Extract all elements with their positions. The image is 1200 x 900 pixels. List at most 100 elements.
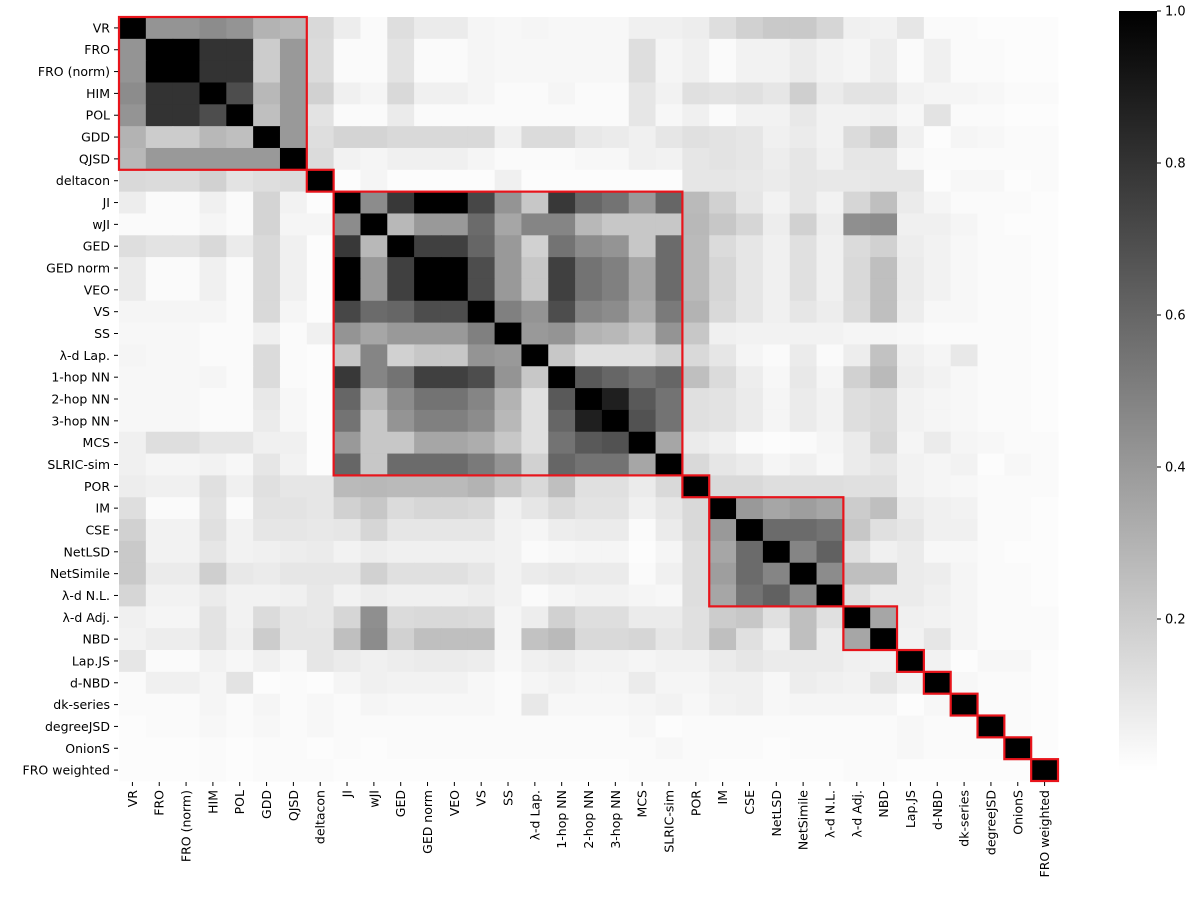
heatmap-cell <box>360 475 388 498</box>
heatmap-cell <box>333 82 362 105</box>
heatmap-cell <box>977 562 1005 586</box>
heatmap-cell <box>816 606 844 629</box>
heatmap-cell <box>145 628 174 651</box>
colorbar-tick-label: 0.6 <box>1165 309 1186 324</box>
heatmap-cell <box>360 497 388 520</box>
heatmap-cell <box>897 540 925 564</box>
heatmap-cell <box>1004 213 1032 236</box>
heatmap-cell <box>709 497 737 520</box>
heatmap-cell <box>253 191 281 215</box>
heatmap-cell <box>843 584 871 607</box>
heatmap-cell <box>1004 519 1032 542</box>
heatmap-cell <box>1004 82 1032 105</box>
heatmap-cell <box>199 497 227 520</box>
heatmap-cell <box>279 278 308 302</box>
heatmap-cell <box>521 213 549 236</box>
heatmap-cell <box>172 126 201 149</box>
heatmap-cell <box>333 628 362 651</box>
heatmap-cell <box>950 650 979 673</box>
heatmap-cell <box>655 475 683 498</box>
y-tick-label: IM <box>96 501 110 516</box>
heatmap-cell <box>977 453 1005 476</box>
heatmap-cell <box>279 715 308 738</box>
heatmap-cell <box>414 169 442 193</box>
heatmap-cell <box>333 475 362 498</box>
heatmap-cell <box>467 737 496 760</box>
heatmap-cell <box>521 366 549 389</box>
heatmap-cell <box>655 628 683 651</box>
heatmap-cell <box>119 519 147 542</box>
heatmap-cell <box>897 82 925 105</box>
heatmap-cell <box>709 519 737 542</box>
heatmap-cell <box>950 104 979 127</box>
heatmap-cell <box>1004 715 1032 738</box>
heatmap-cell <box>816 366 844 389</box>
heatmap-cell <box>843 540 871 564</box>
y-tick-label: NBD <box>82 632 110 647</box>
heatmap-cell <box>414 191 442 215</box>
heatmap-cell <box>414 126 442 149</box>
heatmap-cell <box>360 628 388 651</box>
heatmap-cell <box>762 693 791 717</box>
heatmap-cell <box>145 671 174 695</box>
heatmap-cell <box>226 431 254 455</box>
heatmap-cell <box>897 584 925 607</box>
heatmap-cell <box>199 235 227 258</box>
heatmap-cell <box>226 344 254 367</box>
heatmap-cell <box>977 715 1005 738</box>
heatmap-cell <box>1004 17 1032 40</box>
heatmap-cell <box>172 38 201 62</box>
heatmap-cell <box>843 322 871 346</box>
heatmap-cell <box>226 82 254 105</box>
heatmap-cell <box>360 409 388 433</box>
heatmap-cell <box>1031 475 1059 498</box>
heatmap-cell <box>682 17 710 40</box>
heatmap-cell <box>682 82 710 105</box>
heatmap-cell <box>548 388 576 411</box>
heatmap-cell <box>172 737 201 760</box>
heatmap-cell <box>870 759 898 782</box>
heatmap-cell <box>816 540 844 564</box>
heatmap-cell <box>655 453 683 476</box>
heatmap-cell <box>870 388 898 411</box>
heatmap-cell <box>467 278 496 302</box>
heatmap-cell <box>950 540 979 564</box>
heatmap-cell <box>950 82 979 105</box>
heatmap-cell <box>387 650 415 673</box>
heatmap-cell <box>306 191 335 215</box>
heatmap-cell <box>816 715 844 738</box>
heatmap-cell <box>923 60 952 84</box>
heatmap-cell <box>870 213 898 236</box>
heatmap-cell <box>1031 715 1059 738</box>
heatmap-cell <box>682 278 710 302</box>
heatmap-cell <box>736 169 764 193</box>
heatmap-cell <box>1004 104 1032 127</box>
heatmap-cell <box>789 366 818 389</box>
heatmap-cell <box>789 409 818 433</box>
heatmap-cell <box>789 322 818 346</box>
heatmap-cell <box>1004 606 1032 629</box>
heatmap-cell <box>145 191 174 215</box>
heatmap-cell <box>119 759 147 782</box>
heatmap-cell <box>762 519 791 542</box>
heatmap-cell <box>977 322 1005 346</box>
heatmap-cell <box>736 475 764 498</box>
y-tick-label: FRO (norm) <box>38 64 110 79</box>
heatmap-cell <box>172 715 201 738</box>
heatmap-cell <box>870 475 898 498</box>
heatmap-cell <box>682 126 710 149</box>
heatmap-cell <box>333 126 362 149</box>
heatmap-cell <box>172 431 201 455</box>
heatmap-cell <box>226 519 254 542</box>
heatmap-cell <box>199 519 227 542</box>
heatmap-cell <box>360 650 388 673</box>
heatmap-cell <box>387 409 415 433</box>
heatmap-cell <box>816 519 844 542</box>
heatmap-cell <box>414 759 442 782</box>
heatmap-cell <box>870 628 898 651</box>
heatmap-cell <box>548 409 576 433</box>
heatmap-cell <box>709 431 737 455</box>
heatmap-cell <box>360 344 388 367</box>
heatmap-cell <box>736 344 764 367</box>
heatmap-cell <box>119 300 147 324</box>
